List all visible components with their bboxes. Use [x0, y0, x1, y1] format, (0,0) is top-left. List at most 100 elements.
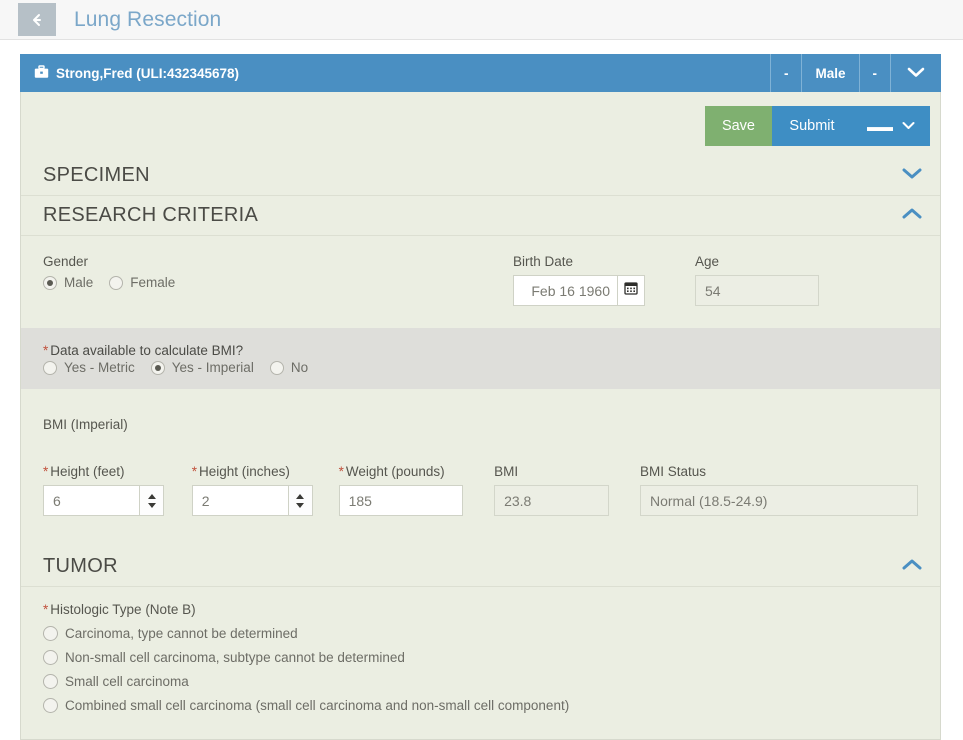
weight-pounds-input[interactable] — [338, 485, 463, 516]
bmi-label: BMI — [494, 464, 519, 479]
required-asterisk: * — [43, 343, 49, 358]
bmi-available-text: Data available to calculate BMI? — [50, 343, 244, 358]
patient-meta-group: - Male - — [769, 54, 941, 92]
height-inches-input-group — [191, 485, 339, 516]
chevron-up-icon[interactable] — [902, 207, 922, 225]
submit-button[interactable]: Submit — [772, 106, 852, 146]
patient-meta-gender: Male — [801, 54, 858, 92]
histologic-option-3[interactable]: Combined small cell carcinoma (small cel… — [43, 698, 918, 713]
histologic-option-0[interactable]: Carcinoma, type cannot be determined — [43, 626, 918, 641]
bmi-status-field: BMI Status — [639, 464, 918, 516]
bmi-option-no-label: No — [290, 360, 309, 375]
required-asterisk: * — [338, 464, 344, 479]
height-feet-input[interactable] — [43, 485, 139, 516]
section-header-research-criteria[interactable]: RESEARCH CRITERIA — [21, 196, 940, 236]
bmi-inputs-row: *Height (feet) *Height (inches) — [21, 438, 940, 516]
bmi-available-radio-group: Yes - Metric Yes - Imperial No — [43, 360, 918, 375]
histologic-option-2-label: Small cell carcinoma — [65, 674, 189, 689]
more-dots-label: ▬▬ — [867, 118, 893, 134]
age-field: Age — [695, 254, 855, 306]
top-bar: Lung Resection — [0, 0, 963, 40]
calendar-icon — [624, 281, 638, 300]
height-feet-label: * Height (feet) — [43, 464, 192, 479]
height-inches-text: Height (inches) — [199, 464, 290, 479]
birth-date-field: Birth Date — [513, 254, 668, 306]
calendar-button[interactable] — [617, 275, 645, 306]
gender-label: Gender — [43, 254, 89, 269]
stepper-up-icon[interactable] — [296, 493, 305, 499]
required-asterisk: * — [43, 602, 49, 617]
height-feet-stepper[interactable] — [139, 485, 164, 516]
bmi-option-imperial-label: Yes - Imperial — [171, 360, 254, 375]
birth-date-input-group — [513, 275, 668, 306]
bmi-option-imperial[interactable]: Yes - Imperial — [150, 360, 254, 375]
chevron-down-icon — [907, 66, 925, 81]
gender-option-female[interactable]: Female — [109, 275, 175, 290]
radio-yes-metric[interactable] — [43, 360, 57, 375]
section-header-specimen[interactable]: SPECIMEN — [21, 156, 940, 196]
histologic-option-3-label: Combined small cell carcinoma (small cel… — [65, 698, 570, 713]
bmi-status-input — [639, 485, 918, 516]
gender-option-male-label: Male — [64, 275, 94, 290]
radio-small-cell[interactable] — [43, 674, 58, 689]
radio-combined-small-cell[interactable] — [43, 698, 58, 713]
patient-identity: Strong,Fred (ULI:432345678) — [34, 64, 240, 82]
histologic-option-0-label: Carcinoma, type cannot be determined — [65, 626, 298, 641]
bmi-available-band: * Data available to calculate BMI? Yes - … — [21, 328, 940, 389]
stepper-down-icon[interactable] — [296, 502, 305, 508]
required-asterisk: * — [191, 464, 198, 479]
patient-header-bar[interactable]: Strong,Fred (ULI:432345678) - Male - — [20, 54, 941, 92]
histologic-option-2[interactable]: Small cell carcinoma — [43, 674, 918, 689]
height-feet-field: * Height (feet) — [43, 464, 192, 516]
bmi-group-label: BMI (Imperial) — [43, 417, 128, 432]
height-inches-field: * Height (inches) — [191, 464, 339, 516]
histologic-option-1-label: Non-small cell carcinoma, subtype cannot… — [65, 650, 405, 665]
section-header-tumor[interactable]: TUMOR — [21, 547, 940, 587]
radio-non-small-cell[interactable] — [43, 650, 58, 665]
stepper-down-icon[interactable] — [147, 502, 156, 508]
height-feet-text: Height (feet) — [50, 464, 125, 479]
birth-date-input[interactable] — [513, 275, 617, 306]
chevron-down-icon[interactable] — [902, 167, 922, 185]
age-input — [695, 275, 819, 306]
stepper-up-icon[interactable] — [147, 493, 156, 499]
form-action-bar: Save Submit ▬▬ — [21, 92, 940, 146]
chevron-up-icon[interactable] — [902, 558, 922, 576]
more-actions-dropdown[interactable]: ▬▬ — [852, 106, 930, 146]
bmi-option-metric[interactable]: Yes - Metric — [43, 360, 135, 375]
radio-no[interactable] — [269, 360, 284, 375]
gender-option-male[interactable]: Male — [43, 275, 93, 290]
histologic-type-text: Histologic Type (Note B) — [50, 602, 196, 617]
birth-date-label: Birth Date — [513, 254, 574, 269]
bmi-available-label: * Data available to calculate BMI? — [43, 343, 243, 358]
demographics-row: Gender Male Female Birth Date Feb 16 196… — [21, 236, 940, 306]
bmi-field: BMI — [494, 464, 640, 516]
required-asterisk: * — [43, 464, 49, 479]
weight-pounds-text: Weight (pounds) — [345, 464, 445, 479]
bmi-input — [494, 485, 610, 516]
radio-male[interactable] — [43, 275, 57, 290]
patient-name-label: Strong,Fred (ULI:432345678) — [56, 65, 240, 81]
patient-expand-button[interactable] — [890, 54, 941, 92]
arrow-left-icon — [29, 12, 45, 28]
page-title: Lung Resection — [74, 7, 222, 31]
tumor-section-body: * Histologic Type (Note B) Carcinoma, typ… — [21, 587, 940, 713]
radio-carcinoma-undetermined[interactable] — [43, 626, 58, 641]
height-feet-input-group — [43, 485, 192, 516]
gender-radio-group: Male Female — [43, 275, 513, 290]
radio-female[interactable] — [109, 275, 124, 290]
bmi-option-no[interactable]: No — [269, 360, 309, 375]
chevron-down-icon — [902, 118, 915, 134]
back-button[interactable] — [18, 3, 56, 36]
weight-pounds-label: * Weight (pounds) — [339, 464, 494, 479]
section-title-research-criteria: RESEARCH CRITERIA — [43, 204, 259, 226]
radio-yes-imperial[interactable] — [150, 360, 165, 375]
histologic-type-radio-group: Carcinoma, type cannot be determined Non… — [43, 626, 918, 713]
height-inches-input[interactable] — [191, 485, 288, 516]
bmi-option-metric-label: Yes - Metric — [64, 360, 135, 375]
patient-meta-0: - — [769, 54, 802, 92]
histologic-option-1[interactable]: Non-small cell carcinoma, subtype cannot… — [43, 650, 918, 665]
histologic-type-label: * Histologic Type (Note B) — [43, 602, 196, 617]
height-inches-stepper[interactable] — [287, 485, 313, 516]
save-button[interactable]: Save — [704, 106, 772, 146]
